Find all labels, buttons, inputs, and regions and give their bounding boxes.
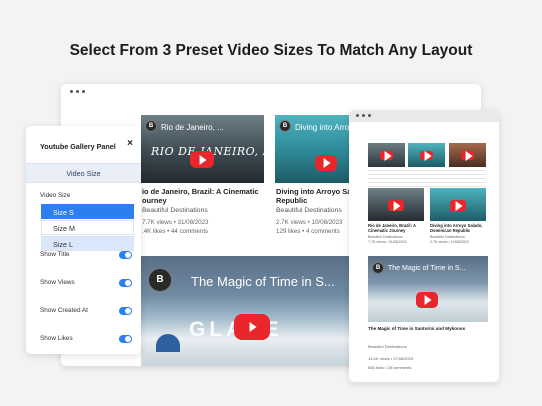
play-button-icon[interactable] [416, 292, 438, 308]
play-button-icon[interactable] [234, 314, 270, 340]
medium-video-title: Diving into Arroyo Salado, Dominican Rep… [430, 223, 483, 233]
mini-video-thumbnail[interactable] [449, 143, 486, 167]
featured-overlay-title: The Magic of Time in S... [388, 265, 466, 272]
play-button-icon[interactable] [315, 155, 337, 171]
video-stats-views: 7.7K views • 31/08/2023 [142, 219, 209, 226]
featured-video-thumbnail-small[interactable]: B The Magic of Time in S... [368, 256, 488, 322]
medium-video-channel: Beautiful Destinations [368, 235, 403, 239]
play-button-icon[interactable] [380, 151, 393, 160]
tab-video-size[interactable]: Video Size [26, 163, 141, 183]
featured-video-likes: 555 likes • 28 comments [368, 365, 412, 370]
toggle-show-created-at[interactable] [119, 307, 132, 315]
mini-video-thumbnail[interactable] [368, 143, 405, 167]
mini-video-meta-lines [368, 170, 486, 188]
window-dots [356, 114, 371, 117]
medium-video-stats: 2.7K views • 10/08/2023 [430, 240, 469, 244]
channel-avatar: B [145, 120, 157, 132]
toggle-label-show-likes: Show Likes [40, 335, 73, 342]
page-headline: Select From 3 Preset Video Sizes To Matc… [69, 42, 473, 59]
video-title: Diving into Arroyo Salad Republic [276, 187, 362, 205]
video-stats-views: 2.7K views • 10/08/2023 [276, 219, 343, 226]
toggle-label-show-title: Show Title [40, 251, 70, 258]
featured-video-thumbnail[interactable]: B The Magic of Time in S... GLACE [141, 256, 351, 366]
close-icon[interactable]: × [127, 138, 133, 149]
medium-video-thumbnail-diving[interactable] [430, 188, 486, 221]
medium-video-channel: Beautiful Destinations [430, 235, 465, 239]
size-option-l[interactable]: Size L [41, 236, 134, 251]
toggle-label-show-created-at: Show Created At [40, 307, 88, 314]
medium-video-stats: 7.7K views • 31/08/2023 [368, 240, 407, 244]
size-option-m[interactable]: Size M [41, 220, 134, 235]
featured-video-title: The Magic of Time in Santorini and Mykon… [368, 326, 466, 331]
medium-video-title: Rio de Janeiro, Brazil: A Cinematic Jour… [368, 223, 416, 233]
toggle-show-likes[interactable] [119, 335, 132, 343]
mini-video-thumbnail[interactable] [408, 143, 445, 167]
channel-avatar: B [372, 262, 384, 274]
video-overlay-title: Rio de Janeiro, ... [161, 123, 224, 132]
video-channel: Beautiful Destinations [276, 207, 342, 214]
play-button-icon[interactable] [461, 151, 474, 160]
featured-video-channel: Beautiful Destinations [368, 344, 407, 349]
featured-video-views: 14.6K views • 27/06/2023 [368, 356, 414, 361]
video-thumbnail-rio[interactable]: B Rio de Janeiro, ... RIO DE JANEIRO, BR… [141, 115, 264, 183]
play-button-icon[interactable] [420, 151, 433, 160]
panel-title: Youtube Gallery Panel [40, 142, 116, 151]
video-size-label: Video Size [40, 192, 71, 199]
play-button-icon[interactable] [190, 151, 214, 168]
size-option-s[interactable]: Size S [41, 204, 134, 219]
church-dome-decoration [156, 334, 180, 352]
window-dots [70, 90, 85, 93]
video-overlay-title: Diving into Arro... [295, 123, 351, 132]
toggle-show-title[interactable] [119, 251, 132, 259]
window-titlebar [349, 110, 499, 122]
toggle-show-views[interactable] [119, 279, 132, 287]
medium-video-thumbnail-rio[interactable] [368, 188, 424, 221]
video-thumbnail-diving[interactable]: B Diving into Arro... [275, 115, 351, 183]
channel-avatar: B [148, 268, 172, 292]
play-button-icon[interactable] [388, 200, 404, 211]
play-button-icon[interactable] [450, 200, 466, 211]
toggle-label-show-views: Show Views [40, 279, 75, 286]
channel-avatar: B [279, 120, 291, 132]
video-stats-likes: 129 likes • 4 comments [276, 228, 340, 235]
video-stats-likes: .4K likes • 44 comments [142, 228, 209, 235]
video-channel: Beautiful Destinations [142, 207, 208, 214]
video-title: io de Janeiro, Brazil: A Cinematic ourney [142, 187, 259, 205]
small-browser-window: Rio de Janeiro, Brazil: A Cinematic Jour… [349, 110, 499, 382]
featured-overlay-title: The Magic of Time in S... [191, 274, 335, 289]
